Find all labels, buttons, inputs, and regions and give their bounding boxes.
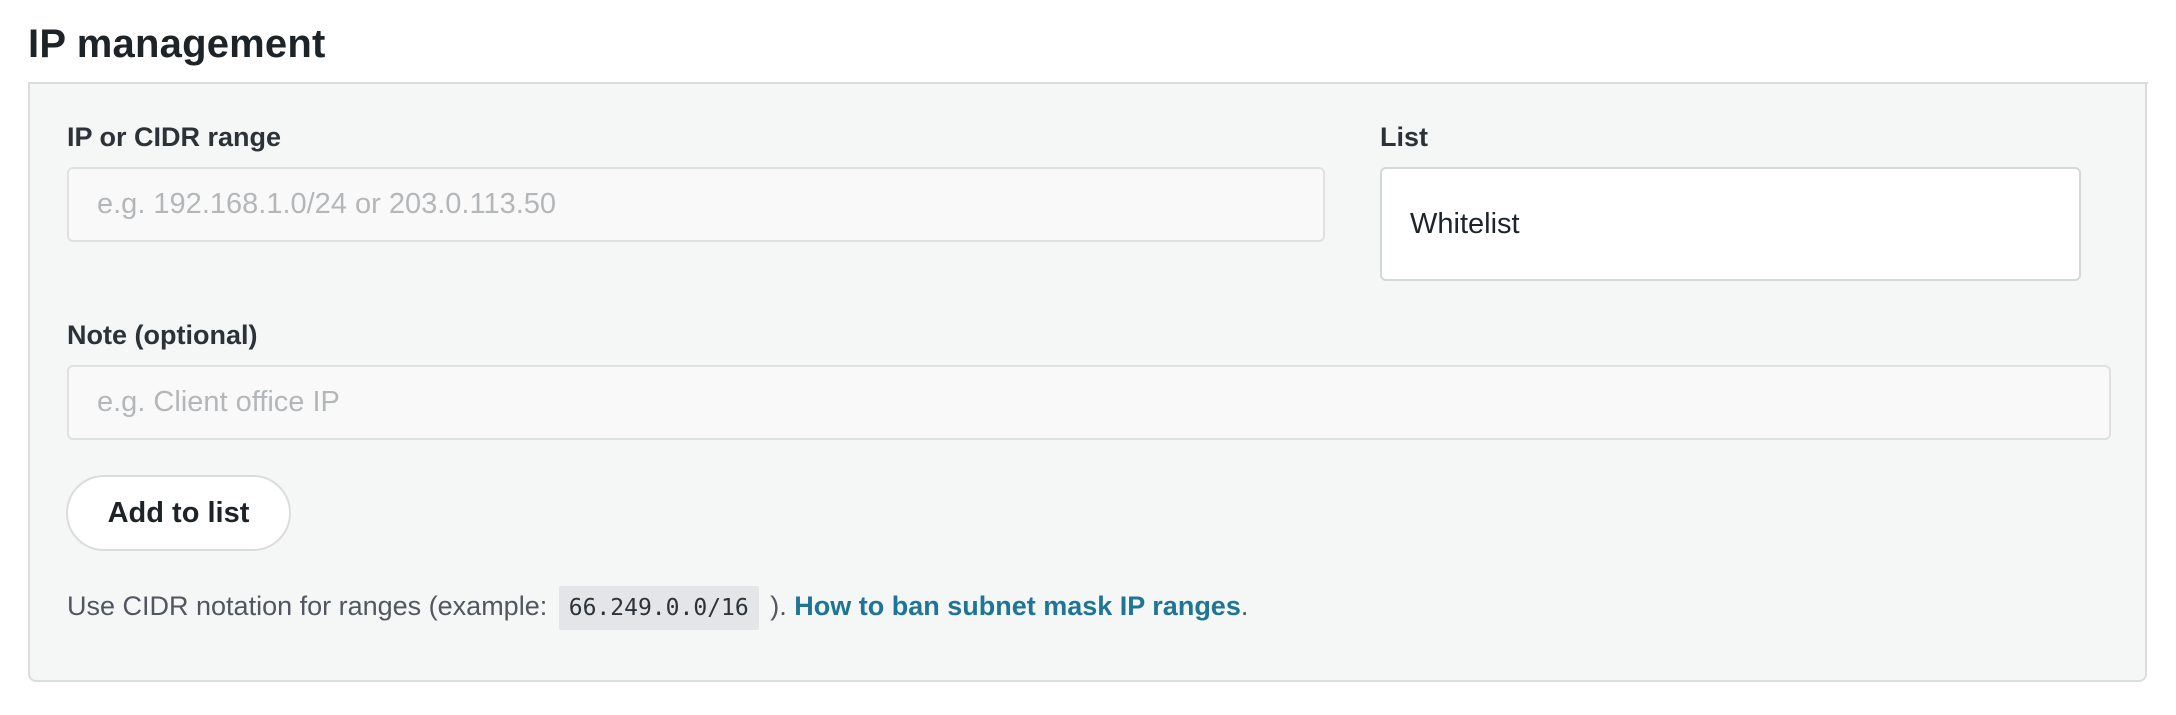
ip-field-label: IP or CIDR range	[67, 122, 282, 152]
page-title: IP management	[28, 22, 326, 66]
subnet-ban-help-link[interactable]: How to ban subnet mask IP ranges	[794, 591, 1241, 621]
note-input[interactable]	[67, 365, 2111, 440]
cidr-example-code: 66.249.0.0/16	[558, 586, 759, 630]
ip-management-panel: IP or CIDR range List Whitelist Note (op…	[28, 84, 2147, 682]
help-middle: ).	[762, 591, 795, 622]
ip-cidr-input[interactable]	[67, 167, 1325, 242]
help-suffix: .	[1240, 591, 1249, 622]
list-select-value: Whitelist	[1410, 207, 1520, 240]
note-field-label: Note (optional)	[67, 320, 258, 350]
cidr-help-text: Use CIDR notation for ranges (example: 6…	[67, 586, 1248, 630]
list-select[interactable]: Whitelist	[1380, 167, 2081, 281]
list-field-label: List	[1380, 122, 1429, 152]
help-prefix: Use CIDR notation for ranges (example:	[67, 591, 555, 622]
add-to-list-button[interactable]: Add to list	[66, 475, 291, 551]
